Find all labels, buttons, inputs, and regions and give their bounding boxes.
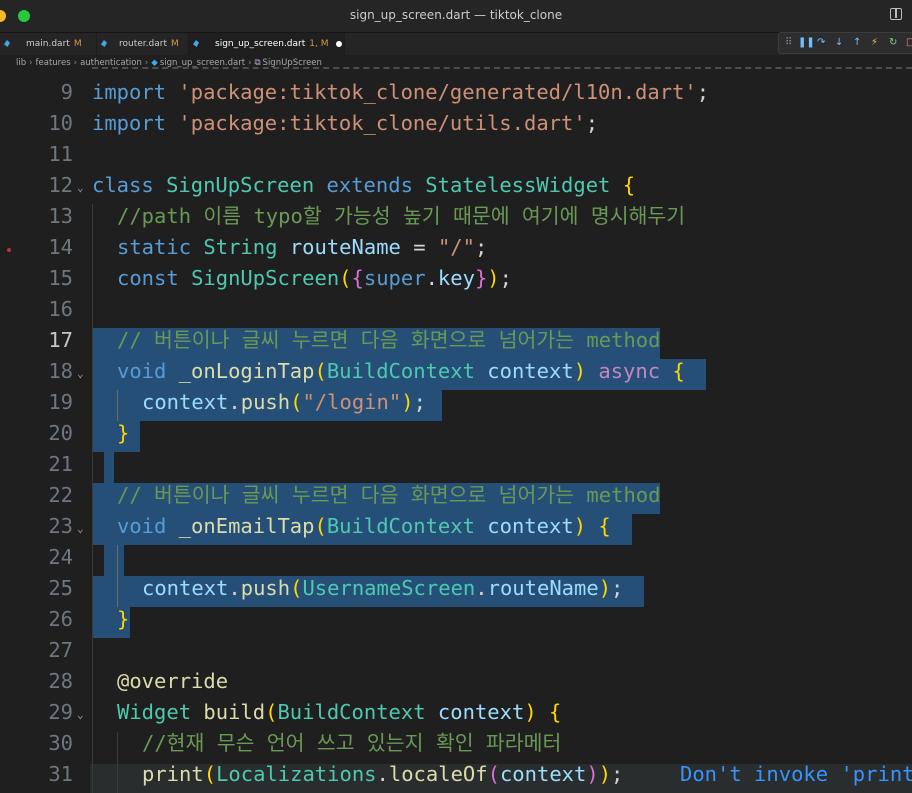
tab-git-status: M <box>170 39 179 49</box>
pause-icon[interactable]: ❚❚ <box>798 35 815 51</box>
window-titlebar: sign_up_screen.dart — tiktok_clone <box>0 0 912 33</box>
fold-chevron-icon[interactable]: ⌄ <box>77 513 84 544</box>
drag-handle-icon[interactable]: ⠿ <box>785 35 792 51</box>
dart-file-icon <box>4 40 10 47</box>
tab-main-dart[interactable]: main.dart M <box>0 33 97 55</box>
code-line[interactable]: static String routeName = "/"; <box>92 232 487 263</box>
breakpoint-hint-icon[interactable] <box>7 248 11 252</box>
selection <box>104 545 124 576</box>
line-number: 19 <box>48 390 73 414</box>
tab-label: main.dart <box>26 39 70 49</box>
line-number: 20 <box>48 421 73 445</box>
code-line[interactable]: // 버튼이나 글씨 누르면 다음 화면으로 넘어가는 method <box>92 325 660 356</box>
code-line[interactable]: void _onEmailTap(BuildContext context) { <box>92 511 611 542</box>
obscured-previous-line <box>92 62 912 69</box>
code-line[interactable]: //현재 무슨 언어 쓰고 있는지 확인 파라메터 <box>92 728 561 759</box>
step-out-icon[interactable]: ↑ <box>853 35 861 51</box>
dart-file-icon <box>101 40 107 47</box>
code-line[interactable]: class SignUpScreen extends StatelessWidg… <box>92 170 635 201</box>
line-number: 30 <box>48 731 73 755</box>
line-number: 13 <box>48 204 73 228</box>
dart-file-icon <box>193 40 199 47</box>
toggle-panel-icon[interactable] <box>890 8 902 20</box>
code-line[interactable]: context.push(UsernameScreen.routeName); <box>92 573 623 604</box>
tab-label: sign_up_screen.dart <box>215 39 306 49</box>
code-line[interactable]: const SignUpScreen({super.key}); <box>92 263 512 294</box>
code-line[interactable]: import 'package:tiktok_clone/utils.dart'… <box>92 108 598 139</box>
line-number: 31 <box>48 762 73 786</box>
code-line[interactable]: } <box>92 604 129 635</box>
line-number: 12 <box>48 173 73 197</box>
code-editor[interactable]: 9 10 11 12 13 14 15 16 17 18 19 20 21 22… <box>0 62 912 793</box>
line-number: 17 <box>48 328 73 352</box>
fold-chevron-icon[interactable]: ⌄ <box>77 358 84 389</box>
code-line[interactable]: //path 이름 typo할 가능성 높기 때문에 여기에 명시해두기 <box>92 201 685 232</box>
line-number: 24 <box>48 545 73 569</box>
code-line[interactable]: @override <box>92 666 228 697</box>
line-number: 15 <box>48 266 73 290</box>
unsaved-dot-icon[interactable] <box>336 40 343 47</box>
code-line[interactable]: print(Localizations.localeOf(context)); <box>92 759 623 790</box>
line-number: 25 <box>48 576 73 600</box>
line-number: 11 <box>48 142 73 166</box>
line-number: 9 <box>60 80 73 104</box>
step-into-icon[interactable]: ↓ <box>835 35 843 51</box>
stop-icon[interactable]: □ <box>906 35 912 51</box>
step-over-icon[interactable]: ↷ <box>817 35 825 51</box>
code-line[interactable]: } <box>92 418 129 449</box>
line-number: 16 <box>48 297 73 321</box>
code-line[interactable]: Widget build(BuildContext context) { <box>92 697 561 728</box>
line-number: 28 <box>48 669 73 693</box>
tab-sign-up-screen-dart[interactable]: sign_up_screen.dart 1, M <box>189 33 345 55</box>
fold-chevron-icon[interactable]: ⌄ <box>77 699 84 730</box>
line-number: 21 <box>48 452 73 476</box>
window-title: sign_up_screen.dart — tiktok_clone <box>349 8 563 22</box>
lint-inline-hint[interactable]: Don't invoke 'print <box>680 759 912 790</box>
code-line[interactable]: import 'package:tiktok_clone/generated/l… <box>92 77 709 108</box>
line-number: 10 <box>48 111 73 135</box>
fold-chevron-icon[interactable]: ⌄ <box>77 172 84 203</box>
line-number: 29 <box>48 700 73 724</box>
line-number: 23 <box>48 514 73 538</box>
editor-tab-bar: main.dart M router.dart M sign_up_screen.d… <box>0 33 912 55</box>
line-number: 14 <box>48 235 73 259</box>
restart-icon[interactable]: ↻ <box>889 35 897 51</box>
code-line[interactable]: void _onLoginTap(BuildContext context) a… <box>92 356 685 387</box>
tab-router-dart[interactable]: router.dart M <box>97 33 189 55</box>
tab-label: router.dart <box>119 39 167 49</box>
line-number: 18 <box>48 359 73 383</box>
selection <box>104 452 114 483</box>
tab-git-status: 1, M <box>309 39 329 49</box>
line-number: 26 <box>48 607 73 631</box>
line-number: 22 <box>48 483 73 507</box>
code-line[interactable]: context.push("/login"); <box>92 387 426 418</box>
debug-toolbar: ⠿ ❚❚ ↷ ↓ ↑ ⚡ ↻ □ <box>778 32 912 54</box>
code-line[interactable]: // 버튼이나 글씨 누르면 다음 화면으로 넘어가는 method <box>92 480 660 511</box>
hot-reload-icon[interactable]: ⚡ <box>871 35 878 51</box>
line-number: 27 <box>48 638 73 662</box>
tab-git-status: M <box>73 39 82 49</box>
